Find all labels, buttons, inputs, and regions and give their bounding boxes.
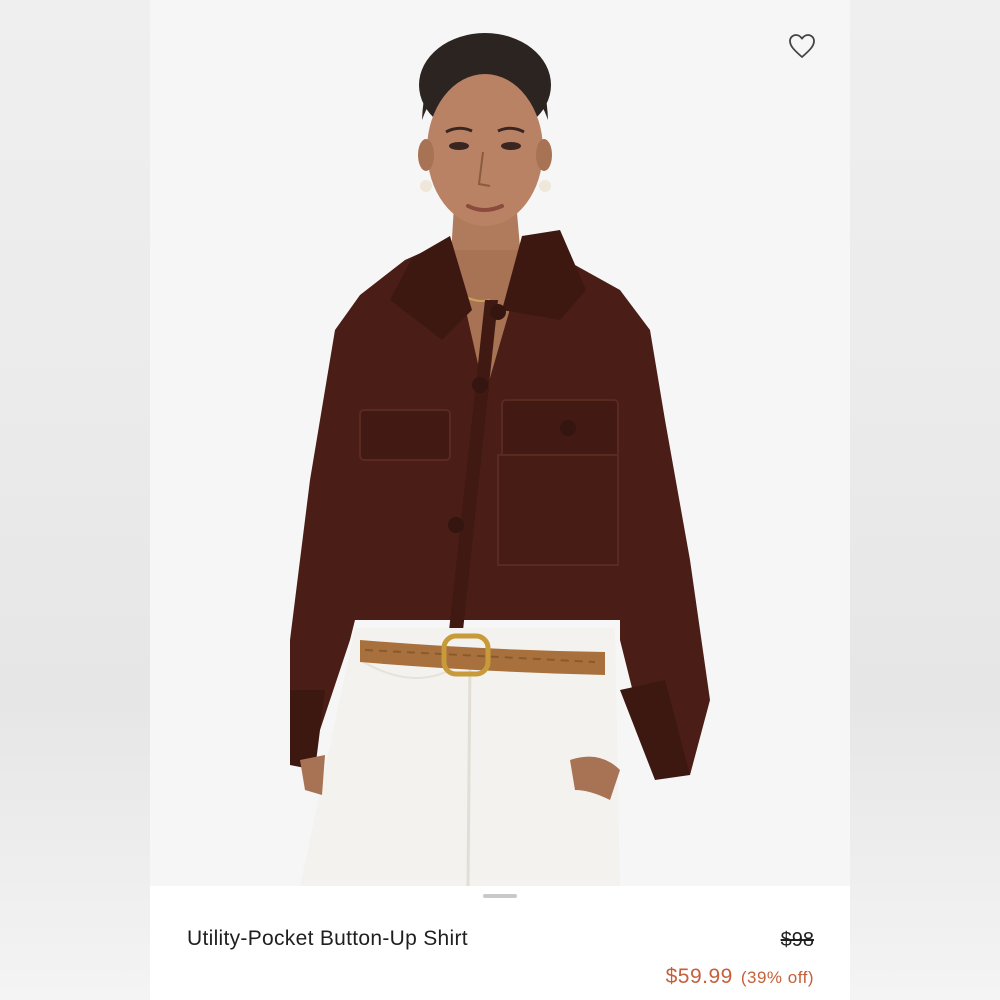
blurred-background-left <box>0 0 150 1000</box>
original-price: $98 <box>780 929 814 951</box>
drag-handle[interactable] <box>483 894 517 898</box>
favorite-button[interactable] <box>782 30 822 66</box>
product-image[interactable] <box>150 0 850 886</box>
sale-price: $59.99 <box>665 965 733 988</box>
product-card[interactable]: Utility-Pocket Button-Up Shirt $98 $59.9… <box>150 0 850 1000</box>
sale-price-row: $59.99 (39% off) <box>666 965 814 989</box>
blurred-background-right <box>850 0 1000 1000</box>
discount-label: (39% off) <box>740 968 814 987</box>
product-title[interactable]: Utility-Pocket Button-Up Shirt <box>187 927 468 951</box>
heart-outline-icon <box>788 33 816 64</box>
